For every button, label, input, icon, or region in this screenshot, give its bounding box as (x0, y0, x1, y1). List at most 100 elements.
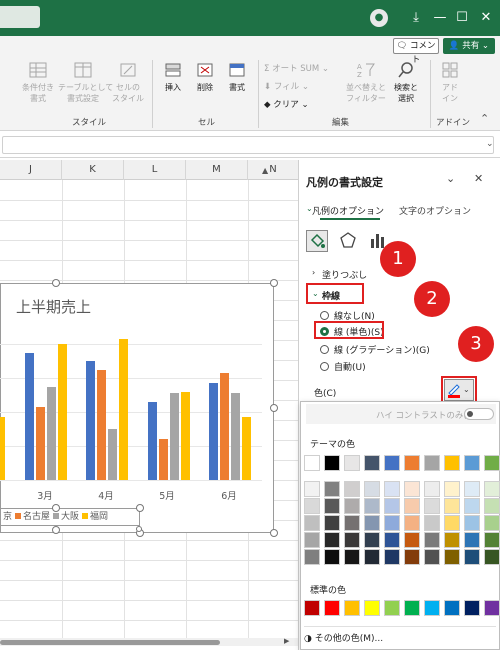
chart-legend[interactable]: 京名古屋 大阪 福岡 (0, 508, 140, 526)
fill-line-tab[interactable] (306, 230, 328, 252)
comment-button[interactable]: 🗨 コメント (393, 38, 439, 65)
scroll-up-icon[interactable]: ▲ (262, 166, 268, 175)
theme-shade-swatch[interactable] (324, 498, 340, 514)
theme-color-swatch[interactable] (424, 455, 440, 471)
legend-handle[interactable] (136, 504, 144, 512)
legend-handle[interactable] (52, 504, 60, 512)
theme-shade-swatch[interactable] (304, 498, 320, 514)
more-colors-button[interactable]: ◑ その他の色(M)... (304, 631, 383, 644)
theme-shade-swatch[interactable] (424, 549, 440, 565)
theme-shade-swatch[interactable] (404, 515, 420, 531)
chart-bar[interactable] (209, 383, 218, 480)
theme-shade-swatch[interactable] (344, 532, 360, 548)
theme-shade-swatch[interactable] (464, 532, 480, 548)
expand-formula-icon[interactable]: ⌄ (486, 139, 494, 149)
standard-color-swatch[interactable] (384, 600, 400, 616)
theme-color-swatch[interactable] (324, 455, 340, 471)
chart-bar[interactable] (180, 391, 190, 480)
theme-shade-swatch[interactable] (324, 515, 340, 531)
theme-shade-swatch[interactable] (364, 549, 380, 565)
theme-shade-swatch[interactable] (364, 532, 380, 548)
theme-shade-swatch[interactable] (384, 498, 400, 514)
title-search-box[interactable] (0, 6, 40, 28)
theme-color-swatch[interactable] (464, 455, 480, 471)
theme-shade-swatch[interactable] (364, 515, 380, 531)
theme-shade-swatch[interactable] (344, 481, 360, 497)
insert-button[interactable]: 挿入 (158, 60, 188, 93)
theme-color-swatch[interactable] (304, 455, 320, 471)
theme-shade-swatch[interactable] (324, 532, 340, 548)
theme-shade-swatch[interactable] (364, 498, 380, 514)
standard-color-swatch[interactable] (304, 600, 320, 616)
addin-button[interactable]: アド イン (436, 60, 464, 104)
horizontal-scroll-thumb[interactable] (0, 640, 220, 645)
theme-shade-swatch[interactable] (384, 481, 400, 497)
theme-shade-swatch[interactable] (304, 515, 320, 531)
standard-color-swatch[interactable] (344, 600, 360, 616)
sort-filter-button[interactable]: AZ 並べ替えと フィルター (344, 60, 388, 104)
theme-shade-swatch[interactable] (464, 549, 480, 565)
theme-shade-swatch[interactable] (304, 549, 320, 565)
theme-shade-swatch[interactable] (384, 532, 400, 548)
format-button[interactable]: 書式 (222, 60, 252, 93)
legend-handle[interactable] (136, 526, 142, 532)
theme-shade-swatch[interactable] (344, 515, 360, 531)
chart-bar[interactable] (97, 369, 106, 480)
theme-color-swatch[interactable] (384, 455, 400, 471)
chart-bar[interactable] (0, 417, 5, 480)
theme-shade-swatch[interactable] (444, 549, 460, 565)
chart-resize-handle[interactable] (270, 279, 278, 287)
theme-shade-swatch[interactable] (404, 532, 420, 548)
radio-gradient-line[interactable] (320, 345, 329, 354)
table-format-button[interactable]: テーブルとして 書式設定 (58, 60, 113, 104)
legend-handle[interactable] (52, 526, 60, 534)
chart-resize-handle[interactable] (270, 529, 278, 537)
clear-button[interactable]: ◆ クリア ⌄ (264, 98, 309, 110)
chart-bar[interactable] (169, 393, 179, 480)
theme-color-swatch[interactable] (364, 455, 380, 471)
pane-options-chevron-icon[interactable]: ⌄ (446, 172, 455, 185)
tab-text-options[interactable]: 文字のオプション (399, 204, 471, 217)
column-header-n[interactable]: N (248, 160, 298, 180)
theme-shade-swatch[interactable] (444, 532, 460, 548)
theme-shade-swatch[interactable] (424, 515, 440, 531)
theme-shade-swatch[interactable] (424, 498, 440, 514)
standard-color-swatch[interactable] (404, 600, 420, 616)
theme-shade-swatch[interactable] (324, 481, 340, 497)
theme-shade-swatch[interactable] (364, 481, 380, 497)
theme-shade-swatch[interactable] (484, 481, 500, 497)
theme-shade-swatch[interactable] (384, 549, 400, 565)
chart-bar[interactable] (57, 344, 67, 480)
theme-shade-swatch[interactable] (444, 498, 460, 514)
theme-shade-swatch[interactable] (404, 549, 420, 565)
standard-color-swatch[interactable] (464, 600, 480, 616)
chart-bar[interactable] (46, 386, 56, 480)
theme-shade-swatch[interactable] (304, 481, 320, 497)
fill-section[interactable]: 塗りつぶし (322, 268, 367, 281)
maximize-button[interactable]: ☐ (450, 6, 474, 30)
chart-bar[interactable] (108, 429, 117, 480)
theme-shade-swatch[interactable] (424, 481, 440, 497)
conditional-format-button[interactable]: 条件付き 書式 (18, 60, 58, 104)
theme-shade-swatch[interactable] (344, 549, 360, 565)
chart-title[interactable]: 上半期売上 (16, 296, 91, 317)
theme-shade-swatch[interactable] (444, 515, 460, 531)
theme-shade-swatch[interactable] (464, 515, 480, 531)
find-select-button[interactable]: 検索と 選択 (388, 60, 424, 104)
column-header-m[interactable]: M (186, 160, 248, 180)
chart-bar[interactable] (147, 401, 157, 480)
standard-color-swatch[interactable] (424, 600, 440, 616)
chart-bar[interactable] (231, 393, 240, 480)
theme-shade-swatch[interactable] (384, 515, 400, 531)
effects-tab[interactable] (338, 230, 360, 252)
close-button[interactable]: ✕ (474, 6, 498, 30)
chart-bar[interactable] (220, 372, 229, 480)
fill-button[interactable]: ⬇ フィル ⌄ (264, 80, 309, 92)
high-contrast-toggle[interactable] (464, 408, 494, 420)
share-button[interactable]: 👤 共有 ⌄ (443, 38, 495, 54)
theme-shade-swatch[interactable] (464, 498, 480, 514)
collapse-ribbon-icon[interactable]: ⌃ (480, 112, 489, 125)
standard-color-swatch[interactable] (364, 600, 380, 616)
autosum-button[interactable]: Σ オート SUM ⌄ (264, 62, 329, 74)
cell-style-button[interactable]: セルの スタイル (108, 60, 148, 104)
